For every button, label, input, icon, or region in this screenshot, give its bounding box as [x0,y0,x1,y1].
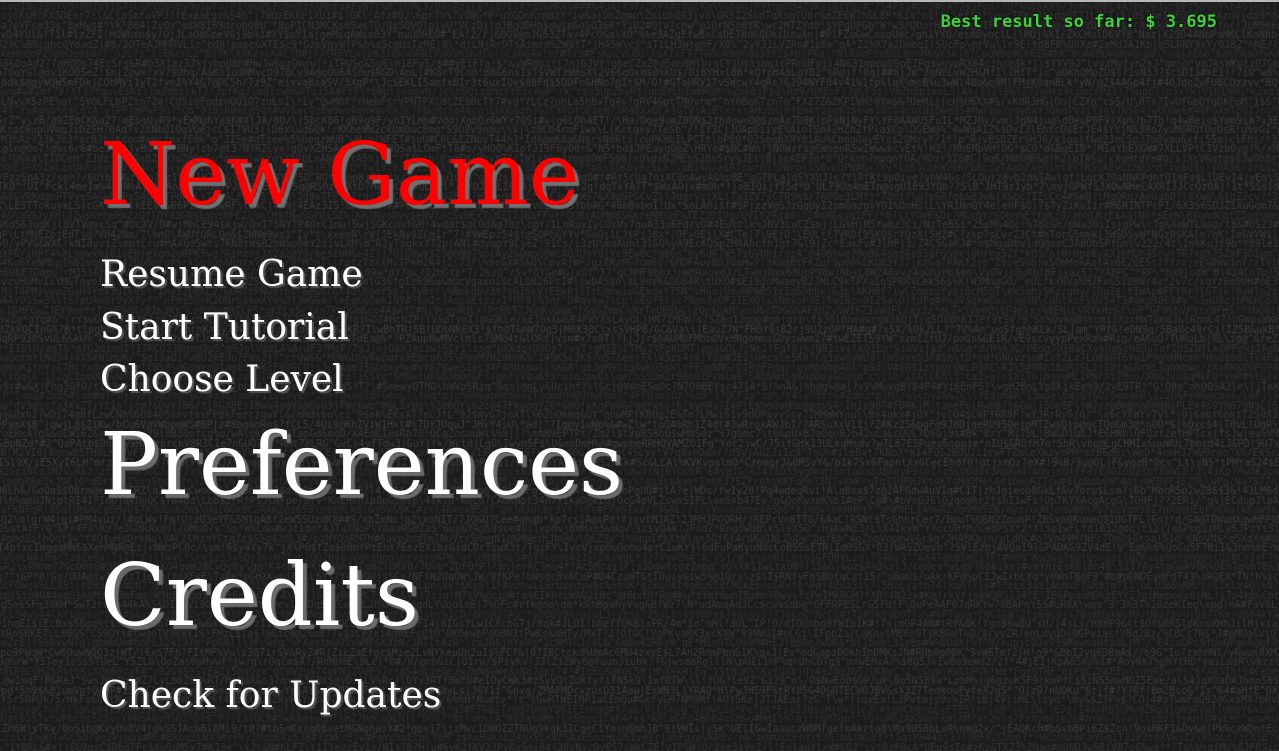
menu-item-start-tutorial[interactable]: Start Tutorial [100,310,349,346]
window-top-edge [0,0,1279,2]
menu-item-resume-game[interactable]: Resume Game [100,257,363,293]
menu-item-preferences[interactable]: Preferences [100,422,623,508]
menu-item-credits[interactable]: Credits [100,553,419,639]
menu-item-choose-level[interactable]: Choose Level [100,362,344,398]
menu-item-new-game[interactable]: New Game [100,132,580,218]
game-main-menu-screen: Best result so far: $ 3.695 New Game Res… [0,0,1279,751]
best-result-label: Best result so far: $ 3.695 [940,12,1217,32]
menu-item-check-for-updates[interactable]: Check for Updates [100,678,441,714]
